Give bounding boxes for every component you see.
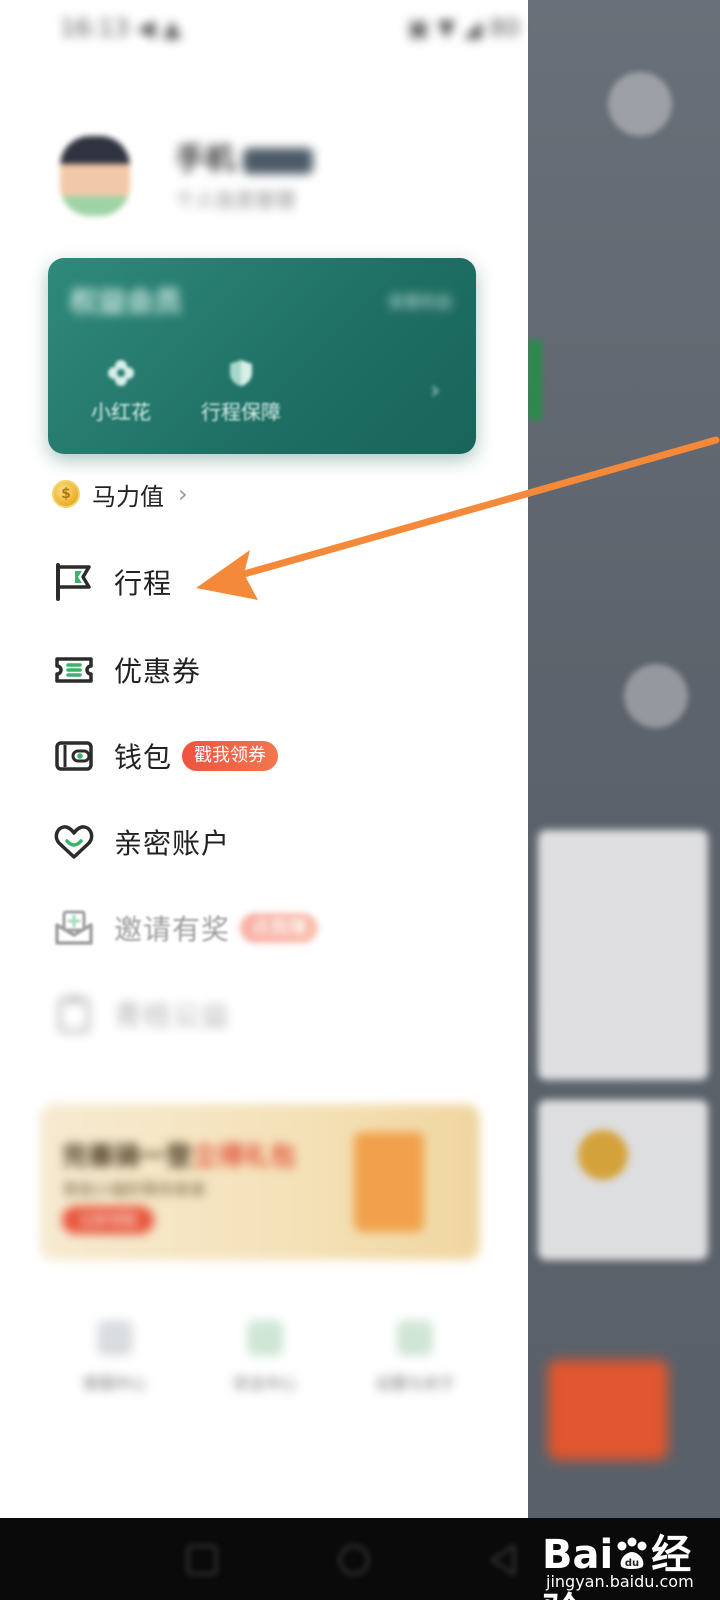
side-drawer: 16:13 ◀ ▲ ▣ ▼ ◢ 80 手机 个人信息管理 权益会员 查看权益 小… — [0, 0, 528, 1518]
banner-title-highlight: 立得礼包 — [192, 1142, 297, 1172]
menu-label: 优惠券 — [114, 655, 202, 688]
profile-header[interactable]: 手机 个人信息管理 — [60, 130, 500, 230]
recent-apps-icon[interactable] — [182, 1542, 222, 1578]
level-badge — [243, 147, 313, 174]
benefit-label: 行程保障 — [201, 400, 281, 424]
background-panel — [538, 830, 708, 1080]
tool-label: 设置与关于 — [374, 1374, 455, 1393]
nickname: 手机 — [175, 134, 313, 178]
tools-row: 客服中心 安全中心 设置与关于 — [40, 1320, 500, 1410]
home-icon[interactable] — [334, 1542, 374, 1578]
menu-item-invite[interactable]: 邀请有奖 点我赚 — [52, 904, 319, 952]
wallet-promo-badge[interactable]: 戳我领券 — [182, 741, 279, 771]
gift-icon — [354, 1132, 424, 1232]
member-title: 权益会员 — [70, 285, 183, 318]
menu-item-charity[interactable]: 青桔公益 — [52, 990, 230, 1038]
svg-text:du: du — [625, 1558, 639, 1569]
benefit-flower[interactable]: 小红花 — [56, 358, 186, 425]
menu-label: 邀请有奖 — [114, 913, 231, 946]
points-row[interactable]: $ 马力值 › — [52, 476, 188, 512]
heart-icon — [52, 820, 96, 864]
coin-icon: $ — [52, 480, 80, 508]
menu-label: 青桔公益 — [114, 999, 231, 1032]
background-redpacket — [548, 1360, 668, 1460]
tool-customer-service[interactable]: 客服中心 — [40, 1320, 190, 1394]
background-panel — [538, 1100, 708, 1260]
nickname-text: 手机 — [175, 142, 235, 177]
invite-icon — [52, 906, 96, 950]
status-time: 16:13 ◀ ▲ — [60, 14, 182, 42]
paw-icon: du — [617, 1537, 647, 1569]
background-coin — [578, 1130, 628, 1180]
menu-label: 亲密账户 — [114, 827, 231, 860]
menu-label: 行程 — [114, 567, 173, 600]
background-button — [608, 72, 672, 136]
wallet-icon — [52, 734, 96, 778]
benefit-trip-protection[interactable]: 行程保障 — [176, 358, 306, 425]
benefit-label: 小红花 — [91, 400, 151, 424]
flag-icon — [52, 560, 96, 604]
tool-safety-center[interactable]: 安全中心 — [190, 1320, 340, 1394]
banner-title: 完善骑一登立得礼包 — [62, 1136, 296, 1173]
menu-item-trips[interactable]: 行程 — [52, 558, 172, 606]
background-accent — [528, 340, 542, 420]
menu-item-coupons[interactable]: 优惠券 — [52, 646, 201, 694]
menu-item-family-account[interactable]: 亲密账户 — [52, 818, 230, 866]
banner-button[interactable]: 立即领取 — [62, 1206, 154, 1234]
background-locate-button — [624, 664, 688, 728]
status-icons: ▣ ▼ ◢ 80 — [406, 14, 520, 42]
baidu-jingyan-watermark: Bai du 经验 jingyan.baidu.com — [538, 1522, 716, 1600]
coupon-icon — [52, 648, 96, 692]
promo-banner[interactable]: 完善骑一登立得礼包 青桔小福利等你来拿 立即领取 — [40, 1104, 480, 1260]
clipboard-icon — [52, 992, 96, 1036]
member-card[interactable]: 权益会员 查看权益 小红花 行程保障 › — [48, 258, 476, 454]
shield-icon — [247, 1320, 283, 1356]
gear-icon — [397, 1320, 433, 1356]
status-bar: 16:13 ◀ ▲ ▣ ▼ ◢ 80 — [60, 8, 520, 48]
profile-subtitle: 个人信息管理 — [175, 188, 295, 212]
banner-title-text: 完善骑一登 — [62, 1142, 193, 1172]
menu-label: 钱包 — [114, 741, 173, 774]
shield-icon — [230, 360, 252, 386]
chevron-right-icon: › — [178, 480, 188, 508]
headset-icon — [97, 1320, 133, 1356]
points-label: 马力值 — [92, 482, 164, 511]
member-more-link[interactable]: 查看权益 — [388, 288, 452, 312]
watermark-url: jingyan.baidu.com — [546, 1572, 694, 1591]
avatar[interactable] — [60, 136, 130, 216]
tool-label: 安全中心 — [232, 1374, 297, 1393]
tool-label: 客服中心 — [82, 1374, 147, 1393]
invite-promo-badge[interactable]: 点我赚 — [240, 913, 319, 943]
background-app — [528, 0, 720, 1518]
back-icon[interactable] — [484, 1542, 524, 1578]
menu-item-wallet[interactable]: 钱包 戳我领券 — [52, 732, 279, 780]
tool-settings[interactable]: 设置与关于 — [340, 1320, 490, 1394]
chevron-right-icon[interactable]: › — [430, 376, 440, 404]
banner-subtitle: 青桔小福利等你来拿 — [62, 1180, 207, 1199]
flower-icon — [108, 360, 134, 386]
